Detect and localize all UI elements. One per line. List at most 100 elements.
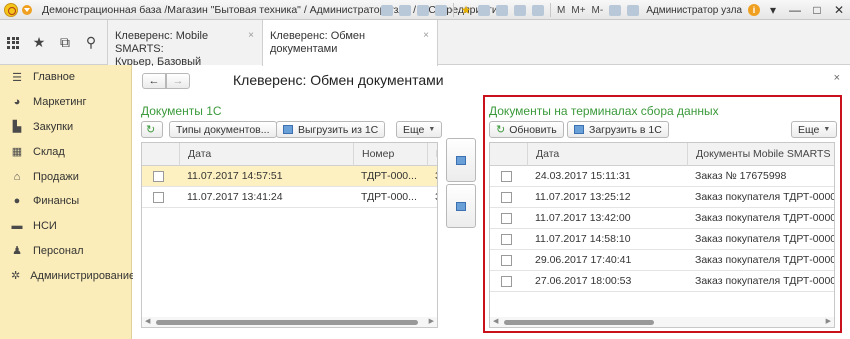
row-document: Заказ № 17675998 <box>695 170 787 182</box>
row-extra: За <box>427 187 437 208</box>
scroll-right-icon[interactable]: ▶ <box>826 317 831 327</box>
clipboard-icon[interactable] <box>381 4 394 16</box>
row-extra: За <box>427 166 437 187</box>
sidebar-item-marketing[interactable]: ◕ Маркетинг <box>0 90 131 115</box>
memory-mplus-button[interactable]: M+ <box>571 5 585 16</box>
table-row[interactable]: 24.03.2017 15:11:31 Заказ № 17675998 <box>490 166 834 187</box>
row-checkbox[interactable] <box>501 192 512 203</box>
left-panel-title: Документы 1С <box>141 104 222 118</box>
table-row[interactable]: 11.07.2017 13:25:12 Заказ покупателя ТДР… <box>490 187 834 208</box>
table-row[interactable]: 27.06.2017 18:00:53 Заказ покупателя ТДР… <box>490 271 834 292</box>
sidebar-item-main[interactable]: ☰ Главное <box>0 65 131 90</box>
search-icon[interactable]: ⚲ <box>78 20 104 65</box>
row-checkbox[interactable] <box>501 255 512 266</box>
minimize-button[interactable]: — <box>784 0 806 20</box>
sidebar-item-admin[interactable]: ✲ Администрирование <box>0 263 135 288</box>
scroll-thumb[interactable] <box>156 320 418 325</box>
app-logo-icon[interactable] <box>4 2 18 17</box>
sidebar-item-finance[interactable]: ● Финансы <box>0 189 131 214</box>
sidebar-item-nsi[interactable]: ▬ НСИ <box>0 214 131 239</box>
calc-icon[interactable] <box>514 4 527 16</box>
document-types-button[interactable]: Типы документов... <box>169 121 277 138</box>
tab-tools: ★ ⧉ ⚲ <box>0 20 107 65</box>
sidebar-item-warehouse[interactable]: ▦ Склад <box>0 139 131 164</box>
row-checkbox[interactable] <box>501 276 512 287</box>
tab-mobile-smarts[interactable]: Клеверенс: Mobile SMARTS: Курьер, Базовы… <box>107 20 262 68</box>
coin-icon: ● <box>13 195 21 208</box>
maximize-button[interactable]: □ <box>806 0 828 20</box>
scroll-right-icon[interactable]: ▶ <box>429 317 434 327</box>
table-row[interactable]: 11.07.2017 13:42:00 Заказ покупателя ТДР… <box>490 208 834 229</box>
sidebar-item-label: Персонал <box>33 244 84 257</box>
upload-from-1c-button[interactable]: Выгрузить из 1С <box>276 121 386 138</box>
row-checkbox[interactable] <box>501 171 512 182</box>
tab-close-icon[interactable]: × <box>248 29 254 42</box>
info-icon[interactable]: i <box>748 4 760 16</box>
sidebar-item-label: Маркетинг <box>33 96 87 109</box>
refresh-left-button[interactable]: ↻ <box>141 121 163 138</box>
button-label: Выгрузить из 1С <box>298 123 379 136</box>
refresh-button[interactable]: ↻ Обновить <box>489 121 564 138</box>
table-row[interactable]: 29.06.2017 17:40:41 Заказ покупателя ТДР… <box>490 250 834 271</box>
tab-bar: ★ ⧉ ⚲ Клеверенс: Mobile SMARTS: Курьер, … <box>0 20 850 68</box>
scroll-left-icon[interactable]: ◀ <box>145 317 150 327</box>
refresh-icon: ↻ <box>496 124 506 136</box>
mail-icon[interactable] <box>435 4 448 16</box>
move-left-button[interactable] <box>446 184 476 228</box>
row-document: Заказ покупателя ТДРТ-000021 о <box>695 191 834 203</box>
sidebar: ☰ Главное ◕ Маркетинг ▙ Закупки ▦ Склад … <box>0 65 135 339</box>
column-header-date[interactable]: Дата <box>179 143 353 166</box>
memory-mminus-button[interactable]: M- <box>592 5 604 16</box>
horizontal-scrollbar[interactable]: ◀ ▶ <box>490 317 834 327</box>
favorites-star-icon[interactable]: ★ <box>460 4 472 16</box>
window-titlebar: Демонстрационная база /Магазин "Бытовая … <box>0 0 850 20</box>
sidebar-item-label: Склад <box>33 145 65 158</box>
print-icon[interactable] <box>399 4 412 16</box>
app-menu-arrow-icon[interactable] <box>22 4 32 15</box>
column-header-documents[interactable]: Документы Mobile SMARTS <box>687 143 834 166</box>
table-header: Дата Документы Mobile SMARTS <box>490 143 834 166</box>
preview-icon[interactable] <box>417 4 430 16</box>
sidebar-item-sales[interactable]: ⌂ Продажи <box>0 164 131 189</box>
sidebar-item-personnel[interactable]: ♟ Персонал <box>0 239 131 264</box>
dropdown-arrow-icon[interactable]: ▾ <box>762 0 784 20</box>
back-button[interactable]: ← <box>142 73 166 89</box>
row-checkbox[interactable] <box>153 192 164 203</box>
row-checkbox[interactable] <box>153 171 164 182</box>
table-row[interactable]: 11.07.2017 14:58:10 Заказ покупателя ТДР… <box>490 229 834 250</box>
history-icon[interactable] <box>478 4 491 16</box>
calendar-icon[interactable] <box>532 4 545 16</box>
scroll-left-icon[interactable]: ◀ <box>493 317 498 327</box>
column-header-number[interactable]: Номер <box>353 143 427 166</box>
close-page-icon[interactable]: × <box>834 72 840 84</box>
forward-button[interactable]: → <box>166 73 190 89</box>
history-icon[interactable]: ⧉ <box>52 20 78 65</box>
more-left-button[interactable]: Еще ▼ <box>396 121 443 138</box>
memory-m-button[interactable]: M <box>557 5 565 16</box>
horizontal-scrollbar[interactable]: ◀ ▶ <box>142 317 437 327</box>
apps-grid-icon[interactable] <box>0 20 26 65</box>
panel-toggle-icon[interactable] <box>609 4 622 16</box>
tab-close-icon[interactable]: × <box>423 29 429 42</box>
move-right-button[interactable] <box>446 138 476 182</box>
table-row[interactable]: 11.07.2017 13:41:24 ТДРТ-000... За <box>142 187 437 208</box>
favorites-icon[interactable]: ★ <box>26 20 52 65</box>
close-window-button[interactable]: ✕ <box>828 0 850 20</box>
row-checkbox[interactable] <box>501 234 512 245</box>
column-header-extra[interactable]: Н <box>427 143 437 166</box>
row-checkbox[interactable] <box>501 213 512 224</box>
main-content: ← → Клеверенс: Обмен документами × Докум… <box>133 66 850 339</box>
tab-label-line1: Клеверенс: Mobile SMARTS: <box>115 30 209 55</box>
current-user[interactable]: Администратор узла <box>646 5 742 16</box>
tab-document-exchange[interactable]: Клеверенс: Обмен документами × <box>262 20 438 66</box>
button-label: Обновить <box>509 123 557 136</box>
sidebar-item-purchases[interactable]: ▙ Закупки <box>0 115 131 140</box>
column-header-date[interactable]: Дата <box>527 143 687 166</box>
load-to-1c-button[interactable]: Загрузить в 1С <box>567 121 669 138</box>
table-row[interactable]: 11.07.2017 14:57:51 ТДРТ-000... За <box>142 166 437 187</box>
more-right-button[interactable]: Еще ▼ <box>791 121 838 138</box>
row-number: ТДРТ-000... <box>361 170 417 182</box>
link-icon[interactable] <box>496 4 509 16</box>
scroll-thumb[interactable] <box>504 320 654 325</box>
row-date: 11.07.2017 13:41:24 <box>187 191 283 203</box>
